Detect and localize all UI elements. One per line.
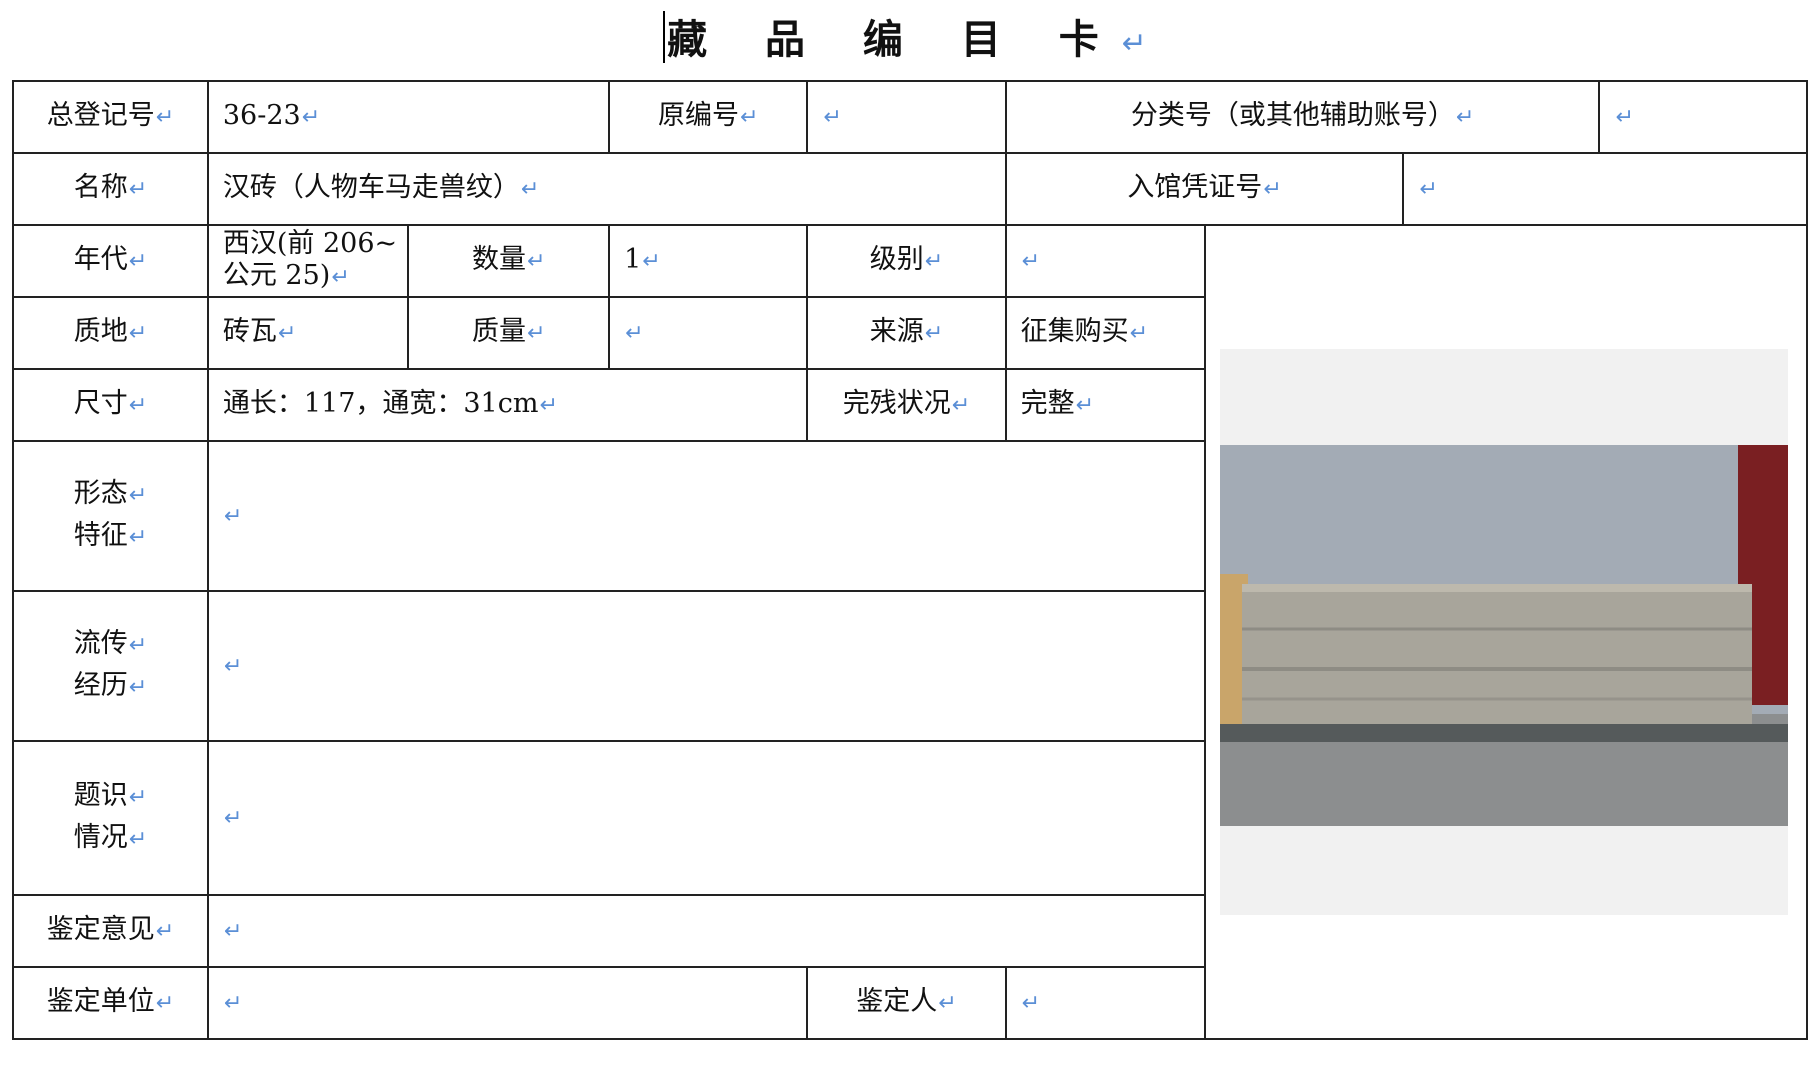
paragraph-mark-icon: ↵ bbox=[128, 177, 148, 202]
paragraph-mark-icon: ↵ bbox=[539, 393, 558, 418]
source-label: 来源↵ bbox=[806, 296, 1007, 370]
paragraph-mark-icon: ↵ bbox=[823, 105, 842, 130]
paragraph-mark-icon: ↵ bbox=[128, 633, 148, 658]
paragraph-mark-icon: ↵ bbox=[1615, 105, 1634, 130]
paragraph-mark-icon: ↵ bbox=[642, 249, 661, 274]
card-title: 藏 品 编 目 卡↵ bbox=[0, 8, 1810, 76]
voucher-no-value[interactable]: ↵ bbox=[1402, 152, 1808, 226]
class-no-value[interactable]: ↵ bbox=[1598, 80, 1808, 154]
paragraph-mark-icon: ↵ bbox=[128, 827, 148, 852]
total-reg-no-label: 总登记号↵ bbox=[12, 80, 209, 154]
appraiser-value[interactable]: ↵ bbox=[1004, 966, 1207, 1040]
paragraph-mark-icon: ↵ bbox=[155, 105, 175, 130]
paragraph-mark-icon: ↵ bbox=[128, 785, 148, 810]
paragraph-mark-icon: ↵ bbox=[155, 919, 175, 944]
paragraph-mark-icon: ↵ bbox=[128, 321, 148, 346]
paragraph-mark-icon: ↵ bbox=[527, 321, 546, 346]
appraisal-opinion-label: 鉴定意见↵ bbox=[12, 894, 209, 968]
paragraph-mark-icon: ↵ bbox=[1075, 393, 1095, 418]
paragraph-mark-icon: ↵ bbox=[223, 991, 243, 1016]
paragraph-mark-icon: ↵ bbox=[223, 654, 243, 679]
inscription-value[interactable]: ↵ bbox=[206, 740, 1207, 896]
paragraph-mark-icon: ↵ bbox=[223, 919, 243, 944]
appraisal-unit-label: 鉴定单位↵ bbox=[12, 966, 209, 1040]
han-brick-photo bbox=[1220, 349, 1789, 915]
quantity-label: 数量↵ bbox=[407, 224, 611, 298]
paragraph-mark-icon: ↵ bbox=[951, 393, 971, 418]
paragraph-mark-icon: ↵ bbox=[1455, 105, 1475, 130]
condition-value[interactable]: 完整↵ bbox=[1004, 368, 1207, 442]
row-registration: 总登记号↵ 36-23↵ 原编号↵ ↵ 分类号（或其他辅助账号）↵ ↵ bbox=[12, 80, 1808, 154]
size-label: 尺寸↵ bbox=[12, 368, 209, 442]
paragraph-mark-icon: ↵ bbox=[938, 991, 957, 1016]
paragraph-mark-icon: ↵ bbox=[739, 105, 759, 130]
photo-brick bbox=[1242, 584, 1753, 724]
paragraph-mark-icon: ↵ bbox=[1263, 177, 1282, 202]
appraisal-unit-value[interactable]: ↵ bbox=[206, 966, 809, 1040]
paragraph-mark-icon: ↵ bbox=[1121, 26, 1147, 61]
paragraph-mark-icon: ↵ bbox=[128, 393, 148, 418]
paragraph-mark-icon: ↵ bbox=[1419, 177, 1438, 202]
form-label: 形态↵ 特征↵ bbox=[12, 440, 209, 592]
paragraph-mark-icon: ↵ bbox=[128, 483, 148, 508]
material-value[interactable]: 砖瓦↵ bbox=[206, 296, 410, 370]
catalog-card-table: 总登记号↵ 36-23↵ 原编号↵ ↵ 分类号（或其他辅助账号）↵ ↵ 名称↵ … bbox=[12, 80, 1808, 1040]
era-label: 年代↵ bbox=[12, 224, 209, 298]
paragraph-mark-icon: ↵ bbox=[223, 504, 243, 529]
paragraph-mark-icon: ↵ bbox=[924, 321, 944, 346]
paragraph-mark-icon: ↵ bbox=[155, 991, 175, 1016]
size-value[interactable]: 通长：117，通宽：31cm↵ bbox=[206, 368, 809, 442]
name-value[interactable]: 汉砖（人物车马走兽纹）↵ bbox=[206, 152, 1007, 226]
paragraph-mark-icon: ↵ bbox=[1129, 321, 1149, 346]
paragraph-mark-icon: ↵ bbox=[128, 249, 148, 274]
paragraph-mark-icon: ↵ bbox=[128, 525, 148, 550]
history-value[interactable]: ↵ bbox=[206, 590, 1207, 742]
weight-value[interactable]: ↵ bbox=[608, 296, 809, 370]
photo-floor-edge bbox=[1220, 724, 1789, 742]
paragraph-mark-icon: ↵ bbox=[924, 249, 944, 274]
paragraph-mark-icon: ↵ bbox=[128, 675, 148, 700]
grade-value[interactable]: ↵ bbox=[1004, 224, 1207, 298]
paragraph-mark-icon: ↵ bbox=[527, 249, 546, 274]
weight-label: 质量↵ bbox=[407, 296, 611, 370]
card-title-text: 藏 品 编 目 卡 bbox=[667, 16, 1121, 63]
row-era: 年代↵ 西汉(前 206~ 公元 25)↵ 数量↵ 1↵ 级别↵ ↵ bbox=[12, 224, 1808, 1040]
form-value[interactable]: ↵ bbox=[206, 440, 1207, 592]
total-reg-no-value[interactable]: 36-23↵ bbox=[206, 80, 611, 154]
paragraph-mark-icon: ↵ bbox=[1021, 249, 1041, 274]
grade-label: 级别↵ bbox=[806, 224, 1007, 298]
paragraph-mark-icon: ↵ bbox=[1021, 991, 1041, 1016]
row-name: 名称↵ 汉砖（人物车马走兽纹）↵ 入馆凭证号↵ ↵ bbox=[12, 152, 1808, 226]
condition-label: 完残状况↵ bbox=[806, 368, 1007, 442]
material-label: 质地↵ bbox=[12, 296, 209, 370]
paragraph-mark-icon: ↵ bbox=[331, 265, 350, 290]
paragraph-mark-icon: ↵ bbox=[520, 177, 540, 202]
quantity-value[interactable]: 1↵ bbox=[608, 224, 809, 298]
source-value[interactable]: 征集购买↵ bbox=[1004, 296, 1207, 370]
paragraph-mark-icon: ↵ bbox=[625, 321, 644, 346]
artifact-photo bbox=[1220, 349, 1789, 915]
class-no-label: 分类号（或其他辅助账号）↵ bbox=[1004, 80, 1601, 154]
paragraph-mark-icon: ↵ bbox=[277, 321, 297, 346]
text-cursor bbox=[663, 11, 666, 63]
voucher-no-label: 入馆凭证号↵ bbox=[1004, 152, 1405, 226]
photo-brick-top bbox=[1242, 584, 1753, 592]
paragraph-mark-icon: ↵ bbox=[301, 105, 321, 130]
appraisal-opinion-value[interactable]: ↵ bbox=[206, 894, 1207, 968]
orig-no-value[interactable]: ↵ bbox=[806, 80, 1007, 154]
orig-no-label: 原编号↵ bbox=[608, 80, 809, 154]
inscription-label: 题识↵ 情况↵ bbox=[12, 740, 209, 896]
name-label: 名称↵ bbox=[12, 152, 209, 226]
history-label: 流传↵ 经历↵ bbox=[12, 590, 209, 742]
era-value[interactable]: 西汉(前 206~ 公元 25)↵ bbox=[206, 224, 410, 298]
appraiser-label: 鉴定人↵ bbox=[806, 966, 1007, 1040]
photo-cell bbox=[1204, 224, 1808, 1040]
paragraph-mark-icon: ↵ bbox=[223, 806, 243, 831]
